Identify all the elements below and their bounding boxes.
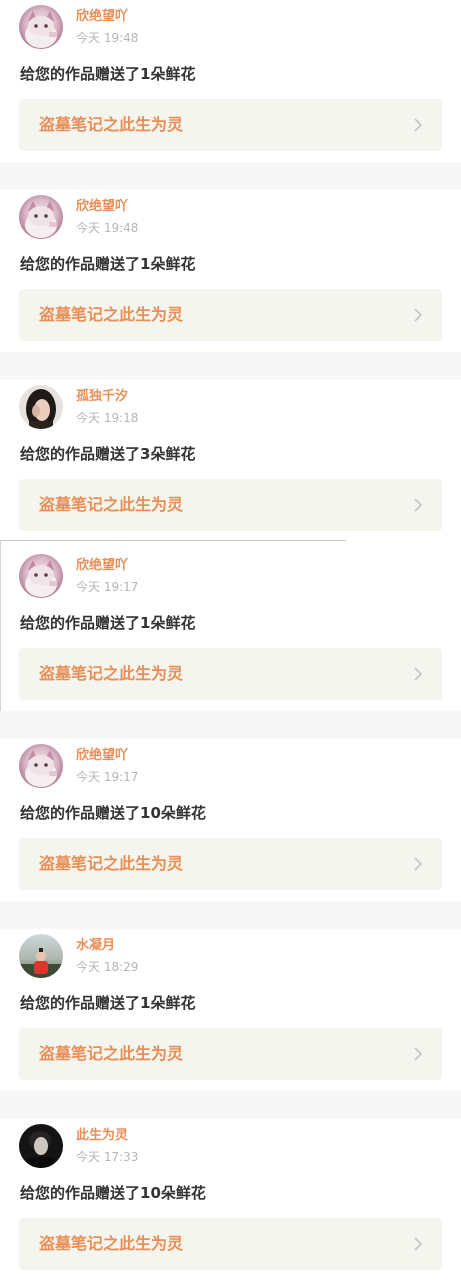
notification-card: 欣绝望吖 今天 19:48 给您的作品赠送了1朵鲜花 盗墓笔记之此生为灵 [0, 0, 461, 162]
gift-message: 给您的作品赠送了1朵鲜花 [20, 65, 196, 83]
sender-name[interactable]: 欣绝望吖 [76, 747, 128, 765]
gift-message: 给您的作品赠送了3朵鲜花 [20, 445, 196, 463]
work-title: 盗墓笔记之此生为灵 [39, 305, 184, 324]
girl-portrait-avatar-icon[interactable] [19, 385, 63, 429]
timestamp: 今天 19:48 [76, 221, 139, 235]
card-separator [0, 1091, 461, 1119]
work-title: 盗墓笔记之此生为灵 [39, 1044, 184, 1063]
notification-card: 欣绝望吖 今天 19:48 给您的作品赠送了1朵鲜花 盗墓笔记之此生为灵 [0, 190, 461, 352]
gift-message: 给您的作品赠送了10朵鲜花 [20, 1184, 206, 1202]
timestamp: 今天 19:18 [76, 411, 139, 425]
timestamp: 今天 17:33 [76, 1150, 139, 1164]
work-title: 盗墓笔记之此生为灵 [39, 1234, 184, 1253]
sender-name[interactable]: 此生为灵 [76, 1127, 128, 1145]
card-separator [0, 901, 461, 929]
work-link[interactable]: 盗墓笔记之此生为灵 [19, 648, 442, 700]
chevron-right-icon [414, 857, 422, 871]
sender-name[interactable]: 欣绝望吖 [76, 557, 128, 575]
cat-avatar-icon[interactable] [19, 744, 63, 788]
chevron-right-icon [414, 1237, 422, 1251]
notification-card: 欣绝望吖 今天 19:17 给您的作品赠送了10朵鲜花 盗墓笔记之此生为灵 [0, 739, 461, 901]
card-separator [0, 711, 461, 739]
work-link[interactable]: 盗墓笔记之此生为灵 [19, 838, 442, 890]
work-link[interactable]: 盗墓笔记之此生为灵 [19, 479, 442, 531]
cat-avatar-icon[interactable] [19, 195, 63, 239]
work-link[interactable]: 盗墓笔记之此生为灵 [19, 1218, 442, 1270]
sender-name[interactable]: 水凝月 [76, 937, 115, 955]
gift-message: 给您的作品赠送了1朵鲜花 [20, 614, 196, 632]
gift-message: 给您的作品赠送了10朵鲜花 [20, 804, 206, 822]
work-title: 盗墓笔记之此生为灵 [39, 115, 184, 134]
gift-message: 给您的作品赠送了1朵鲜花 [20, 255, 196, 273]
gift-message: 给您的作品赠送了1朵鲜花 [20, 994, 196, 1012]
cat-avatar-icon[interactable] [19, 5, 63, 49]
notification-card: 欣绝望吖 今天 19:17 给您的作品赠送了1朵鲜花 盗墓笔记之此生为灵 [0, 549, 461, 711]
card-separator [0, 162, 461, 190]
chevron-right-icon [414, 1047, 422, 1061]
chevron-right-icon [414, 118, 422, 132]
notification-card: 此生为灵 今天 17:33 给您的作品赠送了10朵鲜花 盗墓笔记之此生为灵 [0, 1119, 461, 1281]
work-title: 盗墓笔记之此生为灵 [39, 495, 184, 514]
timestamp: 今天 19:17 [76, 580, 139, 594]
chevron-right-icon [414, 498, 422, 512]
timestamp: 今天 19:48 [76, 31, 139, 45]
sender-name[interactable]: 欣绝望吖 [76, 8, 128, 26]
work-link[interactable]: 盗墓笔记之此生为灵 [19, 1028, 442, 1080]
card-separator [0, 352, 461, 380]
notification-card: 孤独千汐 今天 19:18 给您的作品赠送了3朵鲜花 盗墓笔记之此生为灵 [0, 380, 461, 542]
notification-card: 水凝月 今天 18:29 给您的作品赠送了1朵鲜花 盗墓笔记之此生为灵 [0, 929, 461, 1091]
chevron-right-icon [414, 667, 422, 681]
divider-line [0, 540, 346, 541]
work-title: 盗墓笔记之此生为灵 [39, 854, 184, 873]
sender-name[interactable]: 孤独千汐 [76, 388, 128, 406]
timestamp: 今天 19:17 [76, 770, 139, 784]
outdoor-photo-avatar-icon[interactable] [19, 934, 63, 978]
sender-name[interactable]: 欣绝望吖 [76, 198, 128, 216]
work-link[interactable]: 盗墓笔记之此生为灵 [19, 289, 442, 341]
timestamp: 今天 18:29 [76, 960, 139, 974]
cat-avatar-icon[interactable] [19, 554, 63, 598]
work-link[interactable]: 盗墓笔记之此生为灵 [19, 99, 442, 151]
chevron-right-icon [414, 308, 422, 322]
work-title: 盗墓笔记之此生为灵 [39, 664, 184, 683]
dark-portrait-avatar-icon[interactable] [19, 1124, 63, 1168]
